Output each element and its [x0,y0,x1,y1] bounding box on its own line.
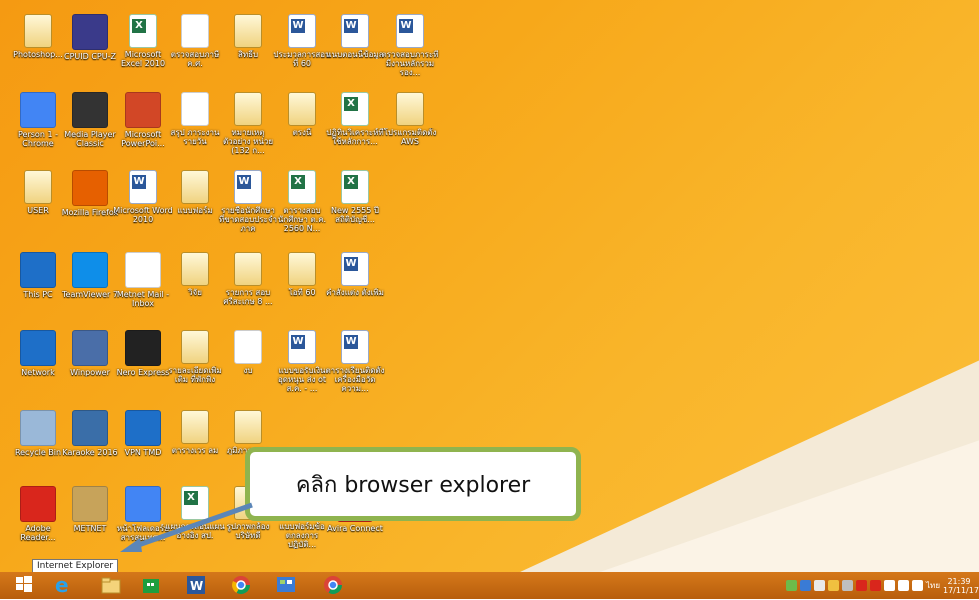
svg-text:W: W [190,579,203,593]
tooltip: Internet Explorer [32,559,119,572]
clock-time: 21:39 [947,576,971,586]
tray-icon[interactable] [814,580,826,591]
avira-tray-icon[interactable] [856,580,868,591]
tray-icon[interactable] [800,580,812,591]
windows-logo-icon [16,576,32,592]
control-panel-button[interactable] [275,574,299,596]
volume-icon[interactable] [884,580,896,591]
tray-icon[interactable] [842,580,854,591]
tray-icon[interactable] [786,580,798,591]
tray-icon[interactable] [828,580,840,591]
start-button[interactable] [14,574,38,596]
flag-icon[interactable] [898,580,910,591]
svg-text:e: e [55,574,69,596]
word-button[interactable]: W [185,574,209,596]
file-explorer-button[interactable] [100,574,124,596]
internet-explorer-button[interactable]: e [52,573,76,597]
internet-explorer-icon: e [55,573,69,597]
chrome-profile-button[interactable] [322,574,346,596]
clock[interactable]: 21:39 17/11/17 [943,576,979,595]
word-icon: W [187,576,205,594]
control-panel-icon [277,577,295,592]
chrome-icon [324,576,342,595]
network-icon[interactable] [912,580,924,591]
language-indicator[interactable]: ไทย [926,579,940,592]
tray-icon[interactable] [870,580,882,591]
store-button[interactable] [140,574,164,596]
taskbar: e W ไทย 21:39 17/11/17 [0,572,979,599]
clock-date: 17/11/17 [943,585,979,595]
chrome-icon [232,576,250,595]
callout-arrow [120,502,253,552]
chrome-button[interactable] [230,574,254,596]
store-icon [143,579,159,593]
desktop: Photoshop...CPUID CPU-ZMicrosoft Excel 2… [0,0,979,572]
system-tray: ไทย 21:39 17/11/17 [786,572,979,599]
file-explorer-icon [101,577,121,594]
